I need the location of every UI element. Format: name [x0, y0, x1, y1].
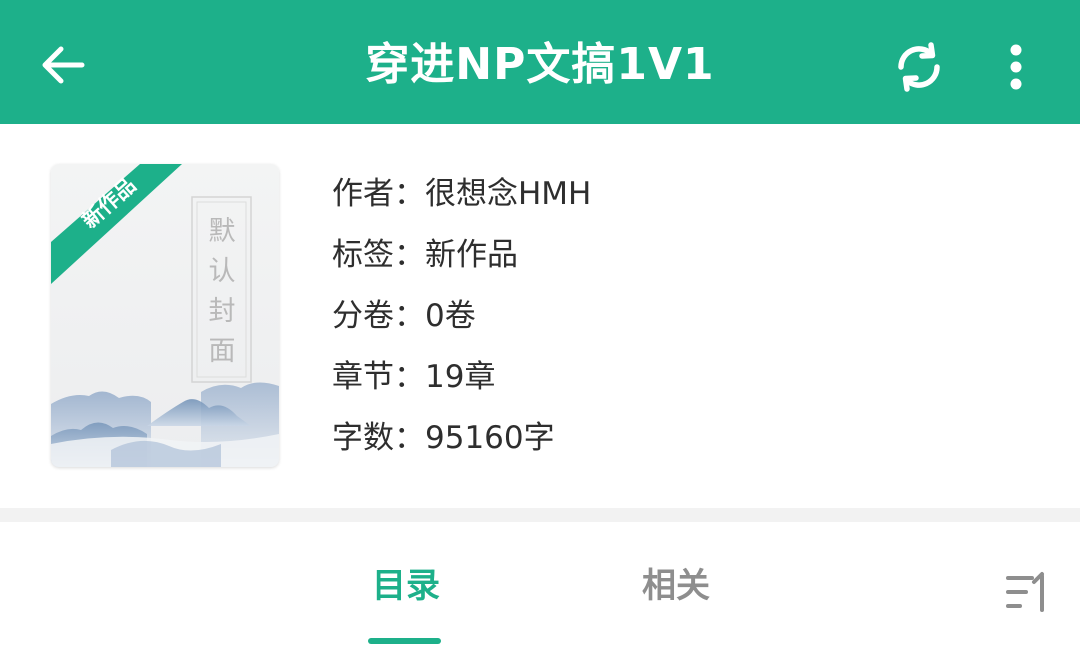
meta-word-count: 字数：95160字: [332, 410, 591, 471]
meta-author: 作者：很想念HMH: [332, 166, 591, 227]
meta-chapters: 章节：19章: [332, 349, 591, 410]
meta-value: 95160字: [425, 420, 555, 456]
meta-label: 字数：: [332, 420, 425, 456]
book-meta-list: 作者：很想念HMH 标签：新作品 分卷：0卷 章节：19章 字数：95160字: [332, 166, 591, 471]
page-title: 穿进NP文搞1V1: [365, 39, 715, 90]
refresh-icon: [898, 42, 940, 92]
arrow-left-icon: [42, 46, 85, 84]
meta-value: 19章: [425, 359, 496, 395]
active-tab-indicator: [368, 638, 441, 644]
meta-volumes: 分卷：0卷: [332, 288, 591, 349]
sort-button[interactable]: [998, 562, 1058, 622]
book-info-section: 新作品 默认封面 作者：很想念HMH 标签：新作品 分卷：0卷 章节：19章 字…: [0, 124, 1080, 508]
meta-label: 标签：: [332, 237, 425, 273]
tab-table-of-contents[interactable]: 目录: [362, 558, 450, 618]
meta-tags: 标签：新作品: [332, 227, 591, 288]
tab-related[interactable]: 相关: [632, 558, 720, 618]
back-button[interactable]: [30, 32, 96, 98]
meta-label: 章节：: [332, 359, 425, 395]
more-options-button[interactable]: [986, 34, 1046, 100]
sort-icon: [1006, 572, 1044, 612]
more-vertical-icon: [1010, 44, 1022, 90]
meta-value: 新作品: [425, 237, 518, 273]
meta-label: 分卷：: [332, 298, 425, 334]
cover-placeholder-text: 默认封面: [208, 216, 236, 367]
meta-value: 0卷: [425, 298, 476, 334]
tab-bar: 目录 相关: [0, 522, 1080, 660]
refresh-button[interactable]: [886, 34, 952, 100]
meta-value: 很想念HMH: [425, 176, 592, 212]
meta-label: 作者：: [332, 176, 425, 212]
book-cover[interactable]: 新作品 默认封面: [51, 164, 279, 467]
section-divider: [0, 508, 1080, 522]
top-app-bar: 穿进NP文搞1V1: [0, 0, 1080, 124]
